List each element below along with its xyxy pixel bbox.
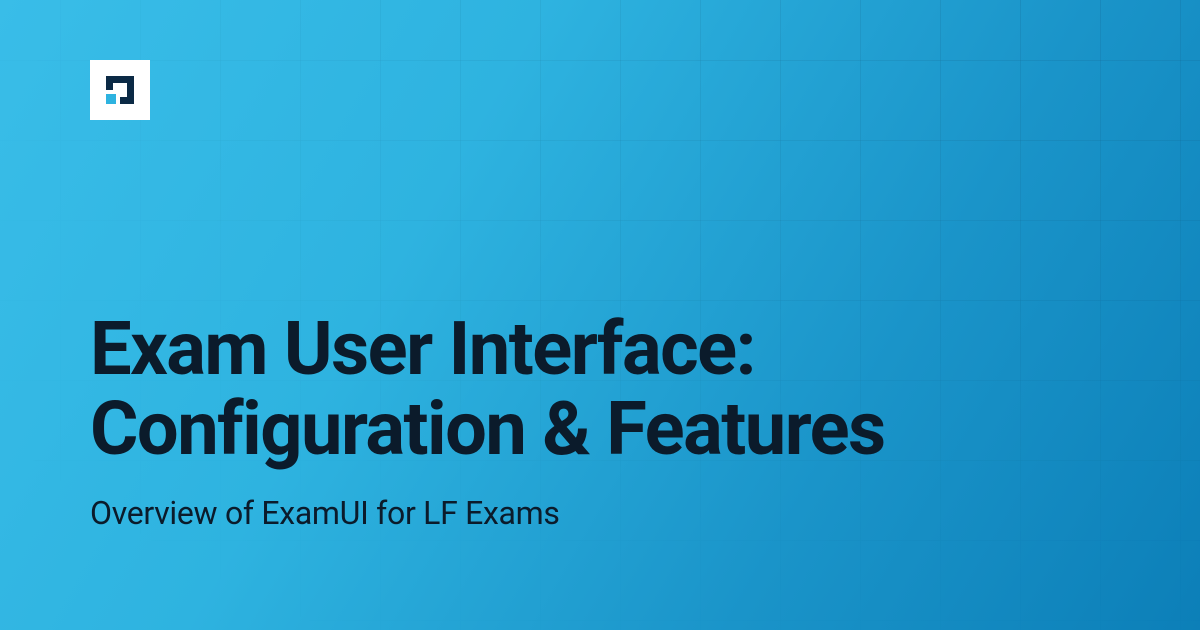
title-line-1: Exam User Interface: (90, 306, 755, 393)
content-area: Exam User Interface: Configuration & Fea… (0, 0, 1200, 630)
text-block: Exam User Interface: Configuration & Fea… (90, 310, 1110, 532)
logo-container (90, 60, 150, 120)
page-title: Exam User Interface: Configuration & Fea… (90, 310, 1110, 470)
linux-foundation-square-icon (102, 72, 138, 108)
page-subtitle: Overview of ExamUI for LF Exams (90, 494, 1110, 532)
title-line-2: Configuration & Features (90, 386, 885, 473)
